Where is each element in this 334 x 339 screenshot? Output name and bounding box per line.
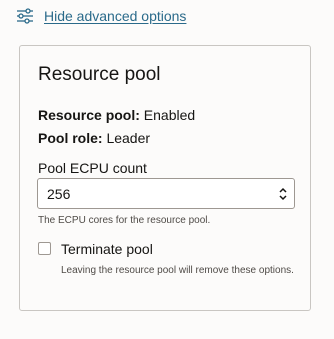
resource-pool-status: Resource pool: Enabled bbox=[38, 107, 195, 123]
terminate-pool-help: Leaving the resource pool will remove th… bbox=[61, 265, 294, 276]
ecpu-count-value: 256 bbox=[47, 186, 71, 202]
hide-advanced-options-link[interactable]: Hide advanced options bbox=[44, 8, 186, 24]
advanced-options-toggle[interactable]: Hide advanced options bbox=[16, 8, 186, 24]
terminate-pool-label[interactable]: Terminate pool bbox=[61, 241, 153, 257]
ecpu-count-select[interactable]: 256 bbox=[37, 178, 295, 209]
pool-role: Pool role: Leader bbox=[38, 130, 150, 146]
card-title: Resource pool bbox=[38, 64, 161, 85]
ecpu-count-label: Pool ECPU count bbox=[38, 160, 147, 176]
sliders-icon bbox=[16, 8, 34, 24]
resource-pool-card: Resource pool Resource pool: Enabled Poo… bbox=[19, 45, 311, 311]
terminate-pool-checkbox[interactable] bbox=[38, 242, 51, 255]
pool-role-label: Pool role: bbox=[38, 130, 103, 146]
ecpu-count-help: The ECPU cores for the resource pool. bbox=[38, 215, 211, 226]
resource-pool-status-label: Resource pool: bbox=[38, 107, 140, 123]
chevron-up-down-icon bbox=[278, 187, 288, 201]
page: Hide advanced options Resource pool Reso… bbox=[0, 0, 334, 339]
resource-pool-status-value: Enabled bbox=[143, 107, 196, 123]
pool-role-value: Leader bbox=[106, 130, 151, 146]
